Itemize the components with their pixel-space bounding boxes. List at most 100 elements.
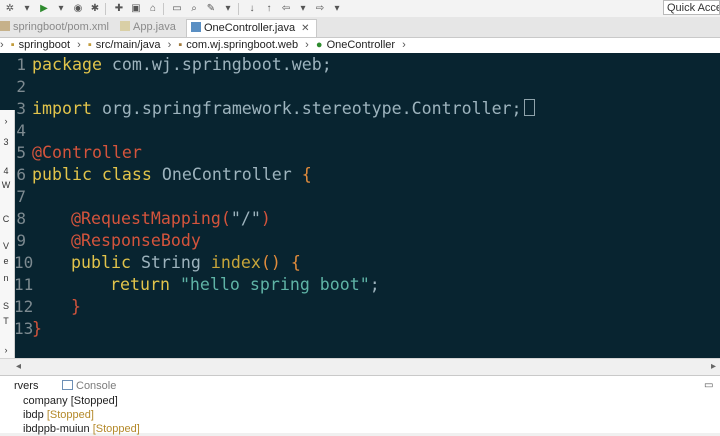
settings-icon[interactable]: ✲ (3, 3, 17, 15)
text-cursor (523, 99, 535, 116)
folder-icon[interactable]: ▭ (170, 3, 184, 15)
next-annotation-icon[interactable]: ↓ (245, 3, 259, 15)
line-number: 10 (14, 253, 34, 272)
server-item[interactable]: ibdppb-muiun [Stopped] (23, 423, 140, 436)
breadcrumb-class[interactable]: OneController (327, 39, 395, 51)
code-token: return (110, 275, 170, 294)
code-token: index (210, 253, 261, 272)
toolbar-divider (238, 2, 239, 15)
line-number: 2 (16, 77, 26, 96)
line-number: 9 (16, 231, 26, 250)
scroll-left-icon[interactable]: ◂ (16, 361, 21, 372)
side-panel-label: T (3, 316, 9, 326)
server-item[interactable]: ibdp [Stopped] (23, 409, 94, 422)
search-icon[interactable]: ⌕ (187, 3, 201, 15)
previous-annotation-icon[interactable]: ↑ (262, 3, 276, 15)
xml-file-icon (0, 21, 10, 31)
java-file-icon (191, 22, 201, 32)
navigate-forward-icon[interactable]: ⇨ (313, 3, 327, 15)
scroll-right-icon[interactable]: ▸ (711, 361, 716, 372)
bottom-panel: rvers Console ▭ company [Stopped] ibdp [… (0, 375, 720, 436)
line-number: 8 (16, 209, 26, 228)
toolbar-divider (163, 2, 164, 15)
tab-console[interactable]: Console (62, 379, 116, 393)
breadcrumb: › ▪ springboot › ▪ src/main/java › ▪ com.wj… (0, 38, 720, 53)
code-token: } (32, 319, 42, 338)
code-token: { (301, 165, 312, 184)
tab-label: App.java (133, 21, 176, 33)
side-panel-label: S (2, 301, 9, 311)
dropdown-icon[interactable]: ▾ (20, 3, 34, 15)
close-icon[interactable]: ✕ (301, 23, 309, 34)
tab-servers[interactable]: rvers (14, 379, 38, 393)
editor-tabs: springboot/pom.xml App.java OneControlle… (0, 17, 720, 38)
side-panel-label: V (2, 241, 9, 251)
tab-label: springboot/pom.xml (13, 21, 109, 33)
run-icon[interactable]: ▶ (37, 3, 51, 15)
line-number: 3 (16, 99, 26, 118)
open-icon[interactable]: ⌂ (146, 3, 160, 15)
main-toolbar: ✲ ▾ ▶ ▾ ◉ ✱ ✚ ▣ ⌂ ▭ ⌕ ✎ ▾ ↓ ↑ ⇦ ▾ ⇨ ▾ Qu… (0, 0, 720, 17)
dropdown-icon[interactable]: ▾ (296, 3, 310, 15)
code-token: OneController (151, 165, 302, 184)
dropdown-icon[interactable]: ▾ (330, 3, 344, 15)
new-icon[interactable]: ✚ (112, 3, 126, 15)
server-status: [Stopped] (70, 395, 118, 407)
tab-app-java[interactable]: App.java (120, 19, 176, 36)
code-token: ) (260, 209, 271, 228)
tab-close-icon[interactable]: ▭ (704, 380, 713, 391)
server-name: company (23, 395, 68, 407)
code-token: String (130, 253, 211, 272)
debug-icon[interactable]: ◉ (71, 3, 85, 15)
line-number: 13 (14, 319, 34, 338)
code-token: "/" (230, 209, 261, 228)
external-tools-icon[interactable]: ✱ (88, 3, 102, 15)
code-editor[interactable]: 1 package com.wj.springboot.web; 2 3 impor… (0, 53, 720, 358)
horizontal-scrollbar[interactable]: ◂ ▸ (0, 358, 720, 376)
tab-pom-xml[interactable]: springboot/pom.xml (0, 19, 109, 36)
quick-access-input[interactable]: Quick Access (663, 0, 720, 15)
server-name: ibdppb-muiun (23, 423, 90, 435)
code-token: import (32, 99, 92, 118)
tab-label: Console (76, 380, 117, 392)
code-token: public class (32, 165, 152, 184)
tab-onecontroller-java[interactable]: OneController.java ✕ (186, 19, 317, 37)
chevron-right-icon[interactable]: › (0, 345, 12, 355)
line-number: 4 (16, 121, 26, 140)
line-number: 5 (16, 143, 26, 162)
line-number: 11 (14, 275, 34, 294)
code-token: "hello spring boot" (169, 275, 370, 294)
package-folder-icon: ▪ (87, 39, 92, 51)
code-token: package (32, 55, 102, 74)
chevron-right-icon: › (305, 39, 309, 51)
chevron-right-icon[interactable]: › (0, 116, 12, 126)
dropdown-icon[interactable]: ▾ (54, 3, 68, 15)
collapsed-side-panel[interactable]: › 3 4 W C V e n S T › (0, 110, 15, 360)
side-panel-label: 4 (3, 166, 9, 176)
code-token: org.springframework.stereotype.Controlle… (91, 99, 522, 118)
pin-icon[interactable]: ✎ (204, 3, 218, 15)
server-item[interactable]: company [Stopped] (23, 395, 118, 408)
breadcrumb-source-folder[interactable]: src/main/java (96, 39, 161, 51)
side-panel-label: 3 (3, 137, 9, 147)
chevron-right-icon: › (0, 39, 4, 51)
line-number: 7 (16, 187, 26, 206)
side-panel-label: n (3, 273, 9, 283)
breadcrumb-package[interactable]: com.wj.springboot.web (186, 39, 298, 51)
code-token: com.wj.springboot.web; (101, 55, 332, 74)
code-token: } (71, 297, 81, 316)
chevron-right-icon: › (167, 39, 172, 51)
navigate-back-icon[interactable]: ⇦ (279, 3, 293, 15)
folder-icon: ▪ (10, 39, 15, 51)
side-panel-label: C (2, 214, 10, 224)
line-number: 1 (16, 55, 26, 74)
server-status: [Stopped] (46, 409, 94, 421)
console-icon (62, 380, 73, 390)
code-token: @ResponseBody (71, 231, 201, 250)
dropdown-icon[interactable]: ▾ (221, 3, 235, 15)
save-icon[interactable]: ▣ (129, 3, 143, 15)
breadcrumb-project[interactable]: springboot (19, 39, 70, 51)
code-token: ; (369, 275, 380, 294)
code-token: @Controller (32, 143, 142, 162)
server-status: [Stopped] (92, 423, 140, 435)
